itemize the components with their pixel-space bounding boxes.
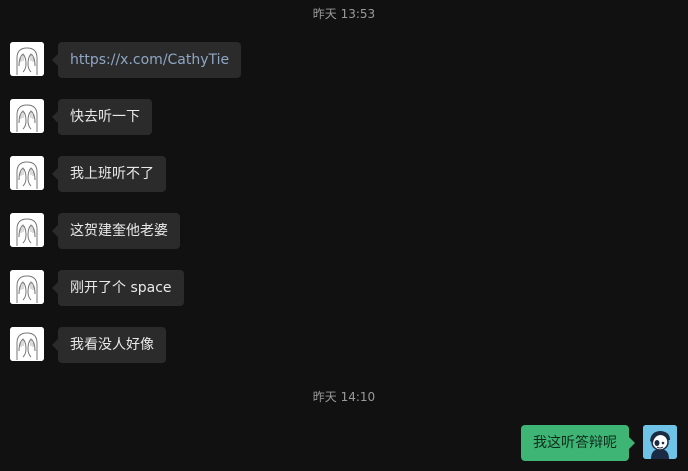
message-text: 我看没人好像	[70, 337, 154, 353]
incoming-message-bubble[interactable]: https://x.com/CathyTie	[51, 42, 242, 78]
incoming-message-bubble[interactable]: 这贺建奎他老婆	[52, 213, 180, 249]
message-text: 刚开了个 space	[70, 280, 172, 296]
hands-over-face-icon	[10, 156, 44, 190]
hands-over-face-icon	[10, 42, 44, 76]
message-row: 我上班听不了	[0, 156, 688, 192]
contact-avatar[interactable]	[10, 327, 44, 361]
hands-over-face-icon	[10, 327, 44, 361]
message-text: 这贺建奎他老婆	[70, 223, 168, 239]
message-row: https://x.com/CathyTie	[0, 42, 688, 78]
incoming-message-bubble[interactable]: 刚开了个 space	[52, 270, 184, 306]
cartoon-person-icon	[643, 425, 677, 459]
message-row: 刚开了个 space	[0, 270, 688, 306]
self-avatar[interactable]	[643, 425, 677, 459]
message-text: 快去听一下	[70, 109, 140, 125]
timestamp: 昨天 14:10	[312, 390, 376, 404]
message-row: 我这听答辩呢	[0, 425, 688, 461]
incoming-message-bubble[interactable]: 我看没人好像	[52, 327, 166, 363]
hands-over-face-icon	[10, 99, 44, 133]
contact-avatar[interactable]	[10, 213, 44, 247]
contact-avatar[interactable]	[10, 42, 44, 76]
message-link[interactable]: https://x.com/CathyTie	[70, 52, 229, 68]
message-text: 我上班听不了	[70, 166, 154, 182]
timestamp: 昨天 13:53	[312, 7, 376, 21]
message-text: 我这听答辩呢	[533, 435, 617, 451]
outgoing-message-bubble[interactable]: 我这听答辩呢	[521, 425, 635, 461]
contact-avatar[interactable]	[10, 156, 44, 190]
hands-over-face-icon	[10, 270, 44, 304]
message-row: 这贺建奎他老婆	[0, 213, 688, 249]
hands-over-face-icon	[10, 213, 44, 247]
contact-avatar[interactable]	[10, 270, 44, 304]
incoming-message-bubble[interactable]: 我上班听不了	[52, 156, 166, 192]
message-row: 快去听一下	[0, 99, 688, 135]
message-row: 我看没人好像	[0, 327, 688, 363]
incoming-message-bubble[interactable]: 快去听一下	[52, 99, 152, 135]
contact-avatar[interactable]	[10, 99, 44, 133]
